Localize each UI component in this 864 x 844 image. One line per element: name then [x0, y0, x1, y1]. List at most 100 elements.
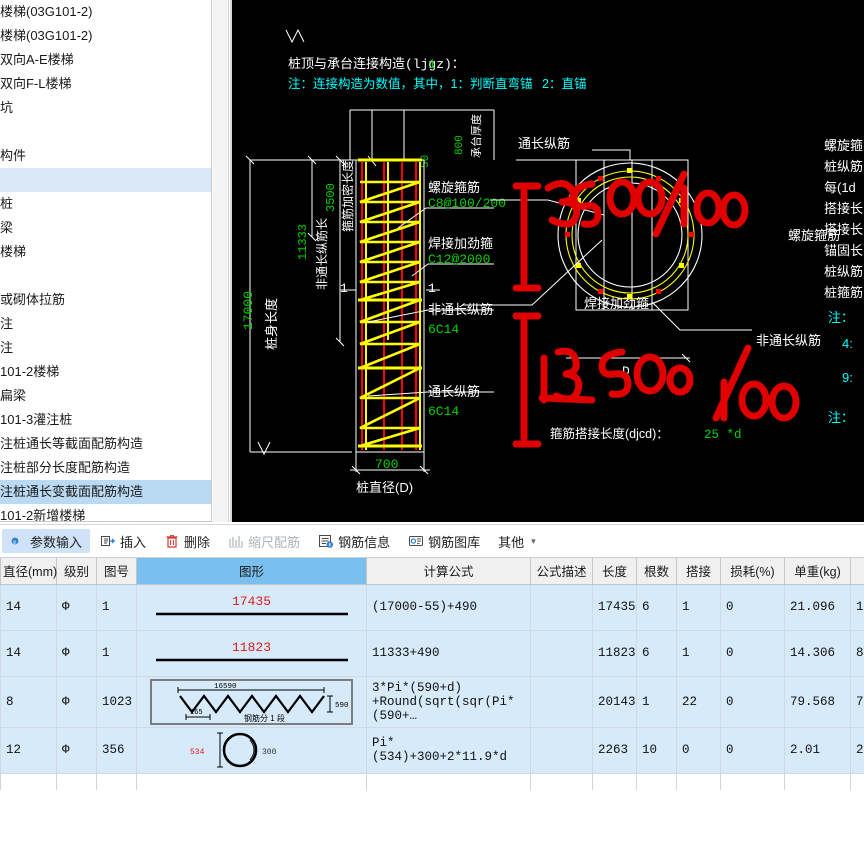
- cell-lap[interactable]: 1: [676, 629, 721, 677]
- tree-item-7[interactable]: [0, 168, 211, 192]
- cell-desc[interactable]: [530, 675, 593, 728]
- cell-total-weight[interactable]: 20.1: [850, 726, 864, 774]
- cell-shape[interactable]: 16590 590 165 钢筋分 1 段: [136, 675, 367, 728]
- table-header-4[interactable]: 计算公式: [366, 558, 531, 585]
- tree-item-20[interactable]: 注桩通长变截面配筋构造: [0, 480, 211, 504]
- cell-empty[interactable]: [56, 772, 97, 790]
- cell-desc[interactable]: [530, 629, 593, 677]
- cell-unit-weight[interactable]: 21.096: [784, 583, 851, 631]
- cell-empty[interactable]: [530, 772, 593, 790]
- cell-lap[interactable]: 0: [676, 726, 721, 774]
- cell-desc[interactable]: [530, 726, 593, 774]
- cell-grade[interactable]: Φ: [56, 629, 97, 677]
- tree-item-17[interactable]: 101-3灌注桩: [0, 408, 211, 432]
- cell-grade[interactable]: Φ: [56, 583, 97, 631]
- sidebar-scroll-gutter[interactable]: [213, 0, 229, 522]
- table-header-0[interactable]: 直径(mm): [0, 558, 57, 585]
- component-tree-sidebar[interactable]: 楼梯(03G101-2) 楼梯(03G101-2) 双向A-E楼梯 双向F-L楼梯坑构…: [0, 0, 212, 522]
- table-header-5[interactable]: 公式描述: [530, 558, 593, 585]
- cell-loss[interactable]: 0: [720, 629, 785, 677]
- tree-item-21[interactable]: 101-2新增楼梯: [0, 504, 211, 521]
- cell-loss[interactable]: 0: [720, 726, 785, 774]
- cell-shape[interactable]: 11823: [136, 629, 367, 677]
- cell-diameter[interactable]: 12: [0, 726, 57, 774]
- chevron-down-icon[interactable]: ▾: [531, 536, 536, 547]
- tree-item-12[interactable]: 或砌体拉筋: [0, 288, 211, 312]
- cell-count[interactable]: 1: [636, 675, 677, 728]
- cell-desc[interactable]: [530, 583, 593, 631]
- tree-item-2[interactable]: 双向A-E楼梯: [0, 48, 211, 72]
- tree-item-3[interactable]: 双向F-L楼梯: [0, 72, 211, 96]
- cell-empty[interactable]: [636, 772, 677, 790]
- cell-count[interactable]: 6: [636, 583, 677, 631]
- table-header-7[interactable]: 根数: [636, 558, 677, 585]
- tree-item-4[interactable]: 坑: [0, 96, 211, 120]
- tree-item-9[interactable]: 梁: [0, 216, 211, 240]
- cell-tuhao[interactable]: 1023: [96, 675, 137, 728]
- cell-empty[interactable]: [96, 772, 137, 790]
- cell-length[interactable]: 17435: [592, 583, 637, 631]
- cell-tuhao[interactable]: 356: [96, 726, 137, 774]
- toolbar-button-5[interactable]: 钢筋图库: [400, 529, 488, 553]
- table-row[interactable]: 14Φ11182311333+4901182361014.30685.836: [0, 629, 864, 677]
- cell-unit-weight[interactable]: 14.306: [784, 629, 851, 677]
- cell-formula[interactable]: Pi*(534)+300+2*11.9*d: [366, 726, 531, 774]
- cell-formula[interactable]: (17000-55)+490: [366, 583, 531, 631]
- cell-total-weight[interactable]: 85.836: [850, 629, 864, 677]
- cell-empty[interactable]: [784, 772, 851, 790]
- tree-item-6[interactable]: 构件: [0, 144, 211, 168]
- table-header-1[interactable]: 级别: [56, 558, 97, 585]
- cell-empty[interactable]: [136, 772, 367, 790]
- table-header-2[interactable]: 图号: [96, 558, 137, 585]
- cell-loss[interactable]: 0: [720, 583, 785, 631]
- tree-item-8[interactable]: 桩: [0, 192, 211, 216]
- cell-unit-weight[interactable]: 2.01: [784, 726, 851, 774]
- cell-tuhao[interactable]: 1: [96, 583, 137, 631]
- tree-item-16[interactable]: 扁梁: [0, 384, 211, 408]
- tree-item-13[interactable]: 注: [0, 312, 211, 336]
- cell-length[interactable]: 201437: [592, 675, 637, 728]
- tree-item-11[interactable]: [0, 264, 211, 288]
- table-header-3[interactable]: 图形: [136, 558, 367, 585]
- cell-formula[interactable]: 3*Pi*(590+d) +Round(sqrt(sqr(Pi*(590+…: [366, 675, 531, 728]
- tree-item-19[interactable]: 注桩部分长度配筋构造: [0, 456, 211, 480]
- toolbar-button-0[interactable]: e 参数输入: [2, 529, 91, 553]
- cell-diameter[interactable]: 14: [0, 629, 57, 677]
- cell-grade[interactable]: Φ: [56, 726, 97, 774]
- cell-empty[interactable]: [720, 772, 785, 790]
- cell-unit-weight[interactable]: 79.568: [784, 675, 851, 728]
- toolbar-button-4[interactable]: 钢筋信息: [310, 529, 398, 553]
- cell-lap[interactable]: 1: [676, 583, 721, 631]
- table-row-blank[interactable]: [0, 772, 864, 790]
- cell-lap[interactable]: 22: [676, 675, 721, 728]
- cell-count[interactable]: 6: [636, 629, 677, 677]
- selected-shape-box[interactable]: 16590 590 165 钢筋分 1 段: [150, 678, 353, 725]
- tree-item-1[interactable]: 楼梯(03G101-2): [0, 24, 211, 48]
- tree-item-14[interactable]: 注: [0, 336, 211, 360]
- table-row[interactable]: 8 Φ 1023 16590 590 165 钢筋分 1 段 3*Pi*(590+d) +Rou…: [0, 675, 864, 728]
- cell-total-weight[interactable]: 126.576: [850, 583, 864, 631]
- cell-empty[interactable]: [592, 772, 637, 790]
- toolbar-button-1[interactable]: 插入: [92, 529, 154, 553]
- table-header-11[interactable]: 总重(k: [850, 558, 864, 585]
- cell-loss[interactable]: 0: [720, 675, 785, 728]
- cell-length[interactable]: 11823: [592, 629, 637, 677]
- cell-formula[interactable]: 11333+490: [366, 629, 531, 677]
- table-header-8[interactable]: 搭接: [676, 558, 721, 585]
- cell-diameter[interactable]: 14: [0, 583, 57, 631]
- cell-shape[interactable]: 17435: [136, 583, 367, 631]
- cell-diameter[interactable]: 8: [0, 675, 57, 728]
- table-row[interactable]: 14Φ117435(17000-55)+4901743561021.096126…: [0, 583, 864, 631]
- cell-shape[interactable]: 534 300: [136, 726, 367, 774]
- cell-total-weight[interactable]: 79.568: [850, 675, 864, 728]
- cad-diagram-canvas[interactable]: 桩顶与承台连接构造(ljgz)： 1 注：连接构造为数值，其中，1：判断直弯锚 …: [230, 0, 864, 522]
- cell-count[interactable]: 10: [636, 726, 677, 774]
- cell-length[interactable]: 2263: [592, 726, 637, 774]
- cell-empty[interactable]: [0, 772, 57, 790]
- tree-item-15[interactable]: 101-2楼梯: [0, 360, 211, 384]
- cell-grade[interactable]: Φ: [56, 675, 97, 728]
- toolbar-button-6[interactable]: 其他 ▾: [490, 529, 544, 553]
- tree-item-18[interactable]: 注桩通长等截面配筋构造: [0, 432, 211, 456]
- rebar-table-container[interactable]: 直径(mm)级别图号图形计算公式公式描述长度根数搭接损耗(%)单重(kg)总重(…: [0, 558, 864, 790]
- tree-item-5[interactable]: [0, 120, 211, 144]
